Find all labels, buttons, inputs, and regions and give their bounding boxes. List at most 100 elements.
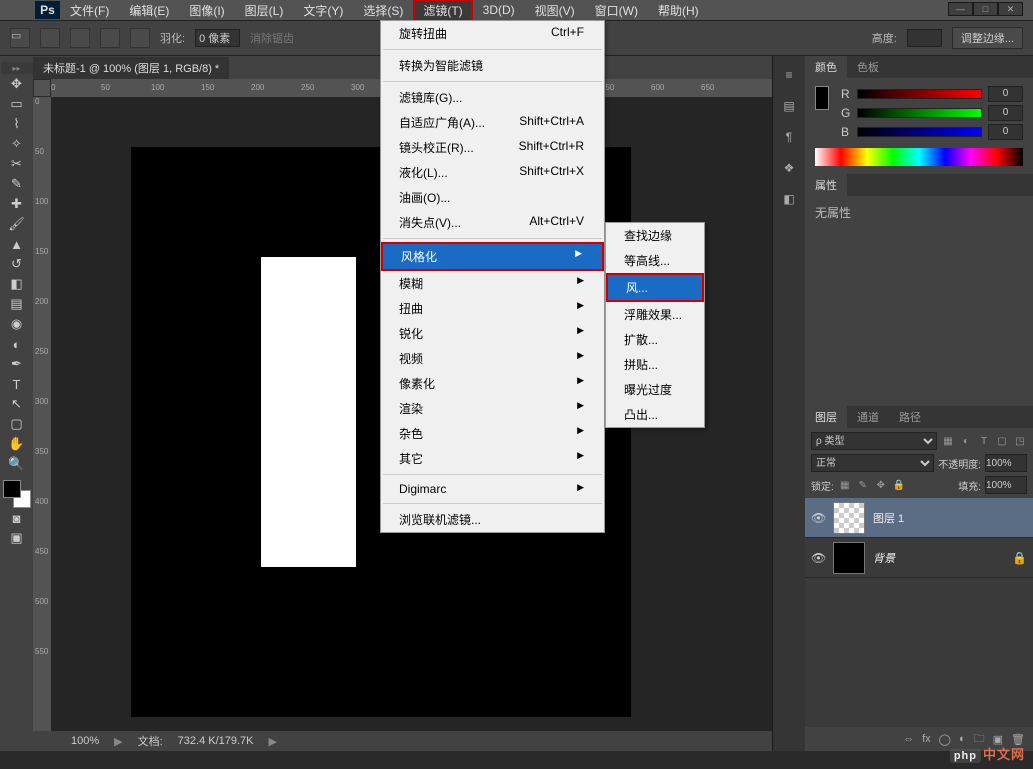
lock-pos-icon[interactable]: ✥: [874, 478, 888, 492]
menu-last-filter[interactable]: 旋转扭曲Ctrl+F: [381, 21, 604, 46]
lock-pixel-icon[interactable]: ✎: [856, 478, 870, 492]
lock-all-icon[interactable]: 🔒: [892, 478, 906, 492]
layer-name[interactable]: 图层 1: [873, 510, 904, 526]
sel-intersect-icon[interactable]: [130, 28, 150, 48]
lasso-tool-icon[interactable]: ⌇: [5, 114, 29, 134]
dodge-tool-icon[interactable]: ◐: [5, 334, 29, 354]
filter-type-icon[interactable]: T: [977, 434, 991, 448]
panel-fg-swatch[interactable]: [815, 86, 829, 110]
eraser-tool-icon[interactable]: ◧: [5, 274, 29, 294]
menu-wind[interactable]: 风...: [606, 273, 704, 302]
menu-edit[interactable]: 编辑(E): [119, 0, 179, 21]
sel-new-icon[interactable]: [40, 28, 60, 48]
heal-tool-icon[interactable]: ✚: [5, 194, 29, 214]
char-panel-icon[interactable]: ▤: [777, 93, 802, 118]
menu-digimarc[interactable]: Digimarc: [381, 478, 604, 500]
layer-fx-icon[interactable]: fx: [922, 733, 931, 745]
altitude-input[interactable]: [907, 29, 942, 47]
screenmode-icon[interactable]: ▣: [5, 528, 29, 548]
sel-add-icon[interactable]: [70, 28, 90, 48]
b-slider[interactable]: [857, 127, 982, 137]
link-layers-icon[interactable]: ⇔: [903, 733, 914, 745]
eyedropper-tool-icon[interactable]: ✎: [5, 174, 29, 194]
opacity-input[interactable]: [985, 454, 1027, 472]
path-select-tool-icon[interactable]: ↖: [5, 394, 29, 414]
hand-tool-icon[interactable]: ✋: [5, 434, 29, 454]
menu-view[interactable]: 视图(V): [525, 0, 585, 21]
g-value[interactable]: 0: [988, 105, 1023, 121]
ruler-origin[interactable]: [33, 79, 51, 97]
menu-solarize[interactable]: 曝光过度: [606, 377, 704, 402]
layer-content[interactable]: [261, 257, 356, 567]
layer-name[interactable]: 背景: [873, 550, 895, 566]
menu-type[interactable]: 文字(Y): [293, 0, 353, 21]
move-tool-icon[interactable]: ✥: [5, 74, 29, 94]
menu-blur[interactable]: 模糊: [381, 271, 604, 296]
menu-distort[interactable]: 扭曲: [381, 296, 604, 321]
menu-oil-paint[interactable]: 油画(O)...: [381, 185, 604, 210]
menu-sharpen[interactable]: 锐化: [381, 321, 604, 346]
filter-pixel-icon[interactable]: ▦: [941, 434, 955, 448]
tab-properties[interactable]: 属性: [805, 174, 847, 196]
refine-edge-button[interactable]: 调整边缘...: [952, 27, 1023, 49]
visibility-icon[interactable]: 👁: [811, 511, 825, 525]
gradient-tool-icon[interactable]: ▤: [5, 294, 29, 314]
menu-diffuse[interactable]: 扩散...: [606, 327, 704, 352]
menu-convert-smart[interactable]: 转换为智能滤镜: [381, 53, 604, 78]
blur-tool-icon[interactable]: ◉: [5, 314, 29, 334]
layer-row[interactable]: 👁 图层 1: [805, 498, 1033, 538]
tool-preset-icon[interactable]: ▭: [10, 28, 30, 48]
filter-smart-icon[interactable]: ◳: [1013, 434, 1027, 448]
ruler-vertical[interactable]: 050100150200250300350400450500550: [33, 97, 51, 731]
spectrum-bar[interactable]: [815, 148, 1023, 166]
tab-layers[interactable]: 图层: [805, 406, 847, 428]
swatch-panel-icon[interactable]: ◧: [777, 186, 802, 211]
menu-extrude[interactable]: 凸出...: [606, 402, 704, 427]
filter-shape-icon[interactable]: ▢: [995, 434, 1009, 448]
menu-adaptive-wide[interactable]: 自适应广角(A)...Shift+Ctrl+A: [381, 110, 604, 135]
menu-3d[interactable]: 3D(D): [473, 1, 525, 19]
menu-pixelate[interactable]: 像素化: [381, 371, 604, 396]
r-slider[interactable]: [857, 89, 982, 99]
g-slider[interactable]: [857, 108, 982, 118]
menu-image[interactable]: 图像(I): [179, 0, 234, 21]
menu-vanishing-point[interactable]: 消失点(V)...Alt+Ctrl+V: [381, 210, 604, 235]
menu-browse-online[interactable]: 浏览联机滤镜...: [381, 507, 604, 532]
document-tab[interactable]: 未标题-1 @ 100% (图层 1, RGB/8) *: [33, 57, 229, 79]
fill-input[interactable]: [985, 476, 1027, 494]
tab-color[interactable]: 颜色: [805, 56, 847, 78]
menu-video[interactable]: 视频: [381, 346, 604, 371]
antialias-label[interactable]: 消除锯齿: [250, 30, 294, 46]
stamp-tool-icon[interactable]: ▲: [5, 234, 29, 254]
feather-input[interactable]: [195, 29, 240, 47]
zoom-tool-icon[interactable]: 🔍: [5, 454, 29, 474]
menu-layer[interactable]: 图层(L): [235, 0, 294, 21]
menu-lens-correction[interactable]: 镜头校正(R)...Shift+Ctrl+R: [381, 135, 604, 160]
color-swatch-control[interactable]: [3, 480, 31, 508]
fg-color-swatch[interactable]: [3, 480, 21, 498]
menu-window[interactable]: 窗口(W): [585, 0, 648, 21]
minimize-button[interactable]: —: [948, 2, 973, 16]
history-panel-icon[interactable]: ≡: [777, 62, 802, 87]
crop-tool-icon[interactable]: ✂: [5, 154, 29, 174]
menu-liquify[interactable]: 液化(L)...Shift+Ctrl+X: [381, 160, 604, 185]
menu-other[interactable]: 其它: [381, 446, 604, 471]
b-value[interactable]: 0: [988, 124, 1023, 140]
zoom-level[interactable]: 100%: [71, 735, 99, 747]
pen-tool-icon[interactable]: ✒: [5, 354, 29, 374]
visibility-icon[interactable]: 👁: [811, 551, 825, 565]
quickmask-icon[interactable]: ◙: [5, 508, 29, 528]
menu-filter[interactable]: 滤镜(T): [413, 0, 472, 22]
filter-adjust-icon[interactable]: ◐: [959, 434, 973, 448]
close-button[interactable]: ✕: [998, 2, 1023, 16]
layer-thumbnail[interactable]: [833, 502, 865, 534]
menu-tiles[interactable]: 拼贴...: [606, 352, 704, 377]
brush-tool-icon[interactable]: 🖌: [5, 214, 29, 234]
menu-find-edges[interactable]: 查找边缘: [606, 223, 704, 248]
tab-channels[interactable]: 通道: [847, 406, 889, 428]
menu-select[interactable]: 选择(S): [353, 0, 413, 21]
wand-tool-icon[interactable]: ✧: [5, 134, 29, 154]
menu-stylize[interactable]: 风格化: [381, 242, 604, 271]
menu-render[interactable]: 渲染: [381, 396, 604, 421]
maximize-button[interactable]: □: [973, 2, 998, 16]
